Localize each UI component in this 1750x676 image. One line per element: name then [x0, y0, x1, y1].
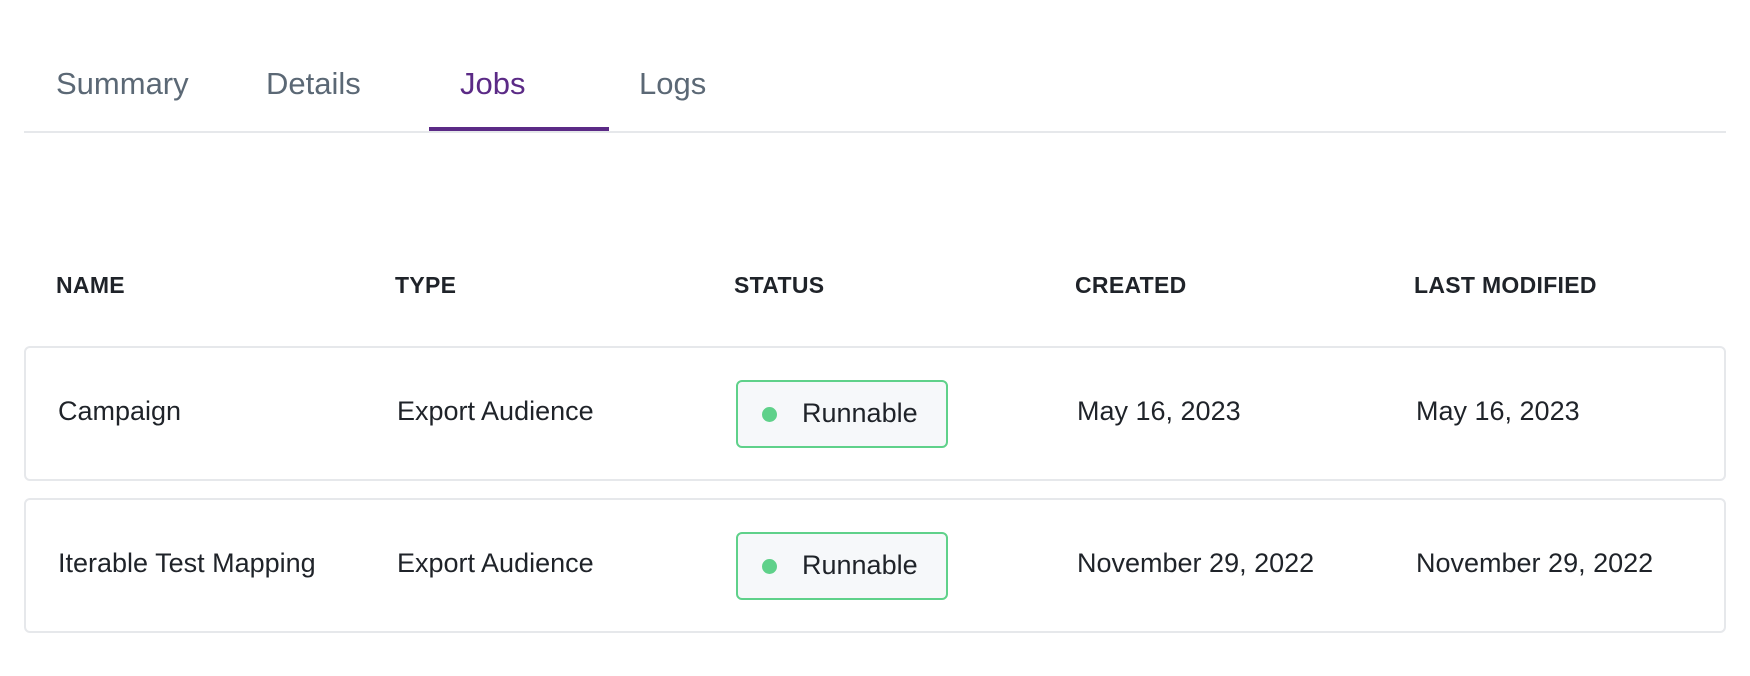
column-header-created[interactable]: CREATED	[1075, 272, 1187, 299]
job-name[interactable]: Campaign	[58, 396, 181, 427]
tab-jobs[interactable]: Jobs	[460, 62, 525, 133]
tab-logs[interactable]: Logs	[639, 62, 706, 133]
status-label: Runnable	[802, 398, 918, 428]
table-header: NAME TYPE STATUS CREATED LAST MODIFIED	[24, 262, 1726, 310]
table-row[interactable]: Iterable Test Mapping Export Audience Ru…	[24, 498, 1726, 633]
status-badge: Runnable	[736, 380, 948, 448]
status-dot-icon	[762, 407, 777, 422]
status-dot-icon	[762, 559, 777, 574]
status-badge: Runnable	[736, 532, 948, 600]
job-name[interactable]: Iterable Test Mapping	[58, 548, 316, 579]
column-header-last-modified[interactable]: LAST MODIFIED	[1414, 272, 1597, 299]
job-last-modified-date: May 16, 2023	[1416, 396, 1580, 426]
status-label: Runnable	[802, 550, 918, 580]
table-row[interactable]: Campaign Export Audience Runnable May 16…	[24, 346, 1726, 481]
job-last-modified-date: November 29, 2022	[1416, 548, 1654, 578]
job-created-date: November 29, 2022	[1077, 548, 1315, 578]
job-type: Export Audience	[397, 548, 594, 578]
column-header-name[interactable]: NAME	[56, 272, 125, 299]
job-type: Export Audience	[397, 396, 594, 426]
column-header-type[interactable]: TYPE	[395, 272, 456, 299]
tab-details[interactable]: Details	[266, 62, 361, 133]
active-tab-indicator	[429, 127, 609, 131]
tab-bar: Summary Details Jobs Logs	[24, 0, 1726, 133]
column-header-status[interactable]: STATUS	[734, 272, 824, 299]
job-created-date: May 16, 2023	[1077, 396, 1241, 426]
tab-summary[interactable]: Summary	[56, 62, 189, 133]
